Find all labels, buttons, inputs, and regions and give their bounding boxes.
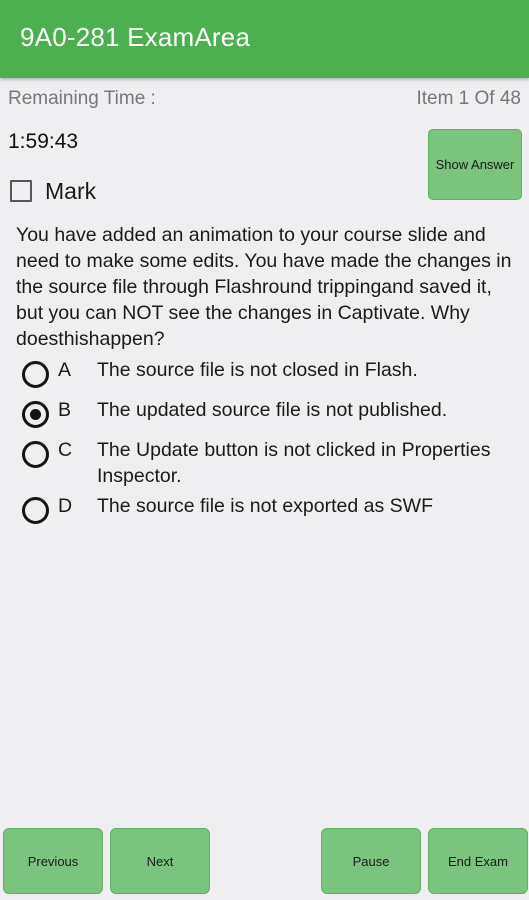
option-text: The Update button is not clicked in Prop… xyxy=(97,439,491,487)
show-answer-button[interactable]: Show Answer xyxy=(428,129,522,200)
status-row: Remaining Time : Item 1 Of 48 xyxy=(0,78,529,118)
option-text: The source file is not closed in Flash. xyxy=(97,359,418,381)
question-text: You have added an animation to your cour… xyxy=(16,224,512,350)
option-row[interactable]: A The source file is not closed in Flash. xyxy=(0,355,529,395)
next-button[interactable]: Next xyxy=(110,828,210,894)
option-letter: D xyxy=(58,495,73,517)
option-text: The updated source file is not published… xyxy=(97,399,448,421)
mark-label: Mark xyxy=(45,177,97,204)
option-letter: A xyxy=(58,359,72,381)
option-row[interactable]: B The updated source file is not publishe… xyxy=(0,395,529,435)
option-row[interactable]: C The Update button is not clicked in Pro… xyxy=(0,435,529,491)
pause-button[interactable]: Pause xyxy=(321,828,421,894)
options-list: A The source file is not closed in Flash.… xyxy=(0,355,529,531)
option-letter: B xyxy=(58,399,72,421)
option-row[interactable]: D The source file is not exported as SWF xyxy=(0,491,529,531)
bottom-bar: Previous Next Pause End Exam xyxy=(0,822,529,900)
option-text: The source file is not exported as SWF xyxy=(97,495,433,517)
previous-button[interactable]: Previous xyxy=(3,828,103,894)
remaining-time-label: Remaining Time : xyxy=(8,88,156,109)
mark-checkbox[interactable] xyxy=(10,180,32,202)
option-radio-c[interactable] xyxy=(22,441,49,468)
option-letter: C xyxy=(58,439,73,461)
app-bar: 9A0-281 ExamArea xyxy=(0,0,529,78)
option-radio-d[interactable] xyxy=(22,497,49,524)
item-counter: Item 1 Of 48 xyxy=(416,88,521,109)
end-exam-button[interactable]: End Exam xyxy=(428,828,528,894)
page-title: 9A0-281 ExamArea xyxy=(20,22,251,52)
option-radio-a[interactable] xyxy=(22,361,49,388)
mark-checkbox-row[interactable]: Mark xyxy=(10,175,96,207)
option-radio-b[interactable] xyxy=(22,401,49,428)
timer-value: 1:59:43 xyxy=(8,130,79,153)
